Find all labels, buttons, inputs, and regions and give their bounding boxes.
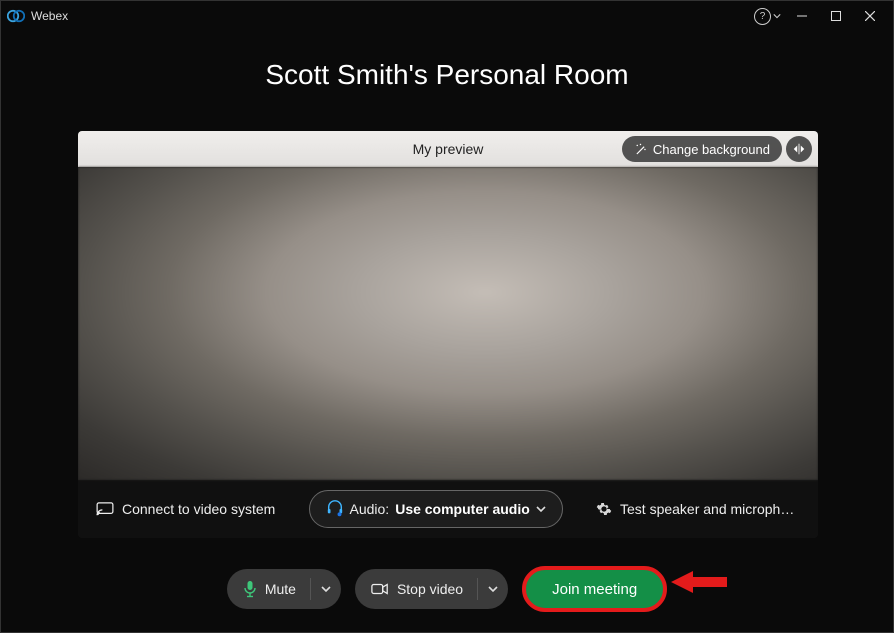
video-control: Stop video	[355, 569, 508, 609]
join-meeting-button[interactable]: Join meeting	[522, 566, 667, 612]
video-options-button[interactable]	[478, 569, 508, 609]
titlebar: Webex ?	[1, 1, 893, 31]
mirror-button[interactable]	[786, 136, 812, 162]
connect-video-system-button[interactable]: Connect to video system	[96, 501, 275, 517]
audio-value-label: Use computer audio	[395, 501, 530, 517]
preview-footer: Connect to video system Audio: Use compu…	[78, 480, 818, 538]
audio-prefix-label: Audio:	[350, 501, 390, 517]
video-preview	[78, 167, 818, 480]
preview-card: My preview Change background Connect to …	[78, 131, 818, 538]
close-button[interactable]	[853, 2, 887, 30]
test-speaker-button[interactable]: Test speaker and microphone	[596, 501, 800, 517]
audio-options-button[interactable]: Audio: Use computer audio	[309, 490, 563, 528]
window-title: Webex	[31, 9, 68, 23]
change-background-button[interactable]: Change background	[622, 136, 782, 162]
mirror-icon	[792, 142, 806, 156]
maximize-icon	[831, 11, 841, 21]
change-background-label: Change background	[653, 142, 770, 157]
test-speaker-label: Test speaker and microphone	[620, 501, 800, 517]
preview-label: My preview	[413, 141, 484, 157]
bottom-controls: Mute Stop video Join meeting	[1, 566, 893, 612]
mute-button[interactable]: Mute	[227, 569, 310, 609]
camera-icon	[371, 582, 389, 596]
minimize-button[interactable]	[785, 2, 819, 30]
chevron-down-icon	[488, 584, 498, 594]
microphone-icon	[243, 580, 257, 598]
annotation-arrow-icon	[671, 569, 727, 600]
webex-logo-icon	[7, 7, 25, 25]
mute-label: Mute	[265, 581, 296, 597]
preview-header: My preview Change background	[78, 131, 818, 167]
room-title: Scott Smith's Personal Room	[1, 59, 893, 91]
headset-icon	[326, 499, 344, 520]
wand-icon	[634, 143, 647, 156]
cast-icon	[96, 502, 114, 516]
chevron-down-icon	[536, 501, 546, 517]
connect-video-system-label: Connect to video system	[122, 501, 275, 517]
chevron-down-icon	[321, 584, 331, 594]
minimize-icon	[797, 11, 807, 21]
chevron-down-icon	[773, 12, 781, 20]
stop-video-button[interactable]: Stop video	[355, 569, 477, 609]
mute-options-button[interactable]	[311, 569, 341, 609]
maximize-button[interactable]	[819, 2, 853, 30]
help-button[interactable]: ?	[754, 8, 781, 25]
help-icon: ?	[754, 8, 771, 25]
close-icon	[865, 11, 875, 21]
join-meeting-label: Join meeting	[552, 581, 637, 598]
stop-video-label: Stop video	[397, 581, 463, 597]
gear-icon	[596, 501, 612, 517]
mute-control: Mute	[227, 569, 341, 609]
